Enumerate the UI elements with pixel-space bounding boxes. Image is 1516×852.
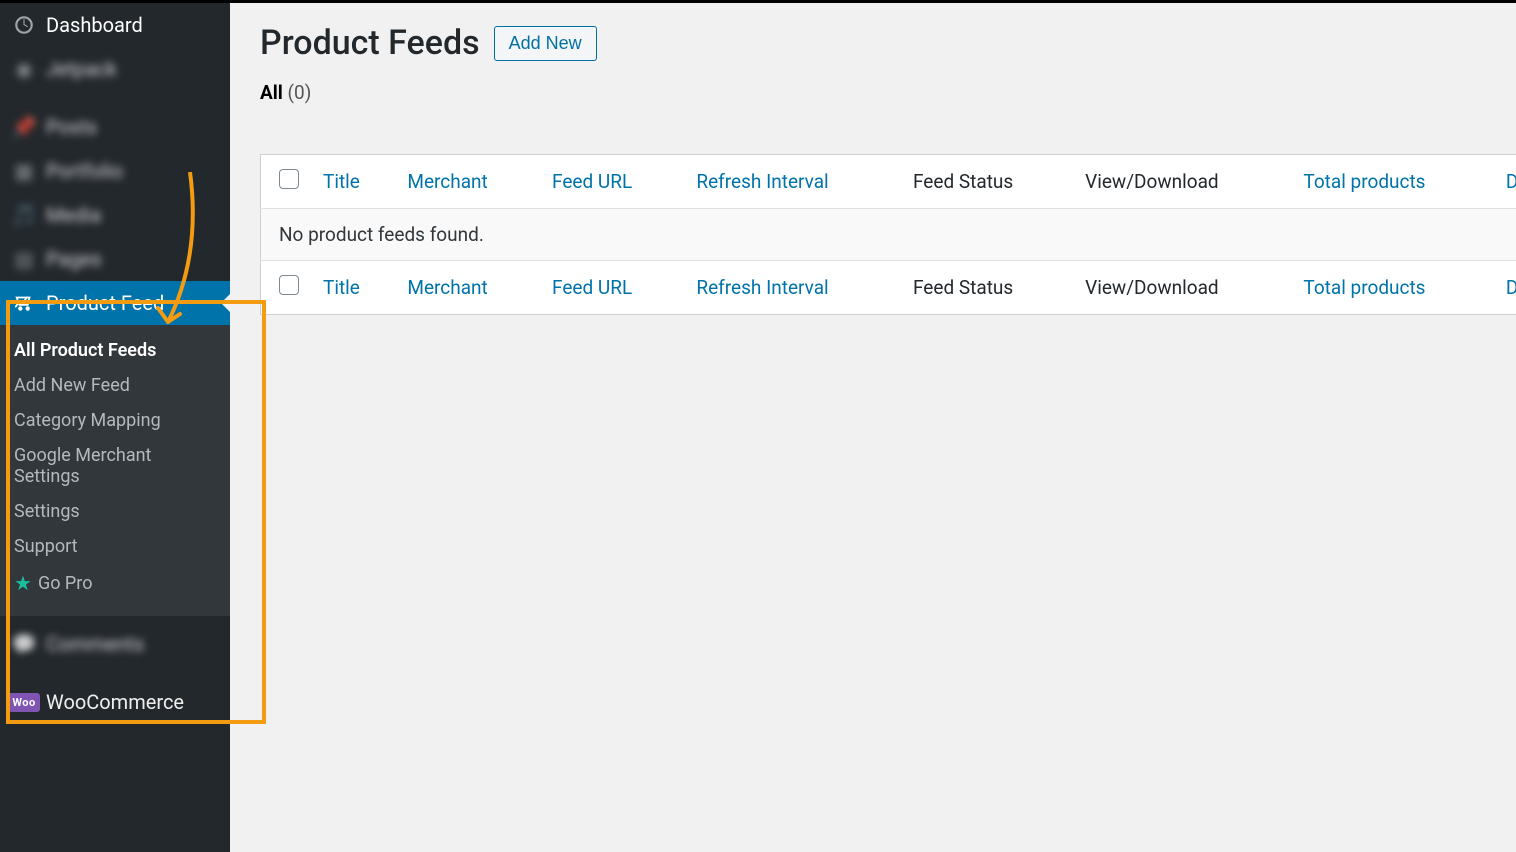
table-footer-row: Title Merchant Feed URL Refresh Interval… [261, 261, 1516, 315]
submenu-google-merchant[interactable]: Google Merchant Settings [0, 438, 230, 494]
sidebar-item-portfolio[interactable]: ▦ Portfolio [0, 149, 230, 193]
sidebar-label-blur: Pages [46, 247, 102, 271]
sidebar-label-blur: Jetpack [46, 57, 117, 81]
empty-state-text: No product feeds found. [261, 209, 1516, 261]
col-title[interactable]: Title [311, 261, 395, 315]
sidebar-item-jetpack[interactable]: ◉ Jetpack [0, 47, 230, 91]
submenu-label-gopro: Go Pro [38, 573, 93, 594]
woocommerce-icon: Woo [12, 690, 36, 714]
submenu-all-feeds[interactable]: All Product Feeds [0, 333, 230, 368]
empty-state-row: No product feeds found. [261, 209, 1516, 261]
page-icon: ▤ [12, 247, 36, 271]
sidebar-label-woocommerce: WooCommerce [46, 690, 184, 714]
col-date[interactable]: Da [1494, 261, 1516, 315]
col-view-download: View/Download [1073, 155, 1291, 209]
col-merchant[interactable]: Merchant [395, 261, 540, 315]
add-new-button[interactable]: Add New [494, 26, 597, 61]
portfolio-icon: ▦ [12, 159, 36, 183]
sidebar-item-pages[interactable]: ▤ Pages [0, 237, 230, 281]
col-refresh-interval[interactable]: Refresh Interval [684, 261, 901, 315]
cart-chart-icon [12, 291, 36, 315]
table-header-row: Title Merchant Feed URL Refresh Interval… [261, 155, 1516, 209]
dashboard-icon [12, 13, 36, 37]
pin-icon: 📌 [12, 115, 36, 139]
comment-icon: 💬 [12, 632, 36, 656]
checkbox-icon [279, 275, 299, 295]
col-feed-url[interactable]: Feed URL [540, 155, 684, 209]
page-title: Product Feeds [260, 23, 480, 63]
media-icon: 🎵 [12, 203, 36, 227]
page-header: Product Feeds Add New [260, 23, 1516, 63]
submenu-add-new-feed[interactable]: Add New Feed [0, 368, 230, 403]
feeds-table: Title Merchant Feed URL Refresh Interval… [260, 154, 1516, 315]
sidebar-item-posts[interactable]: 📌 Posts [0, 105, 230, 149]
sidebar-item-woocommerce[interactable]: Woo WooCommerce [0, 680, 230, 724]
col-feed-status: Feed Status [901, 261, 1073, 315]
sidebar-label-product-feed: Product Feed [46, 291, 164, 315]
jetpack-icon: ◉ [12, 57, 36, 81]
sidebar-label-blur: Media [46, 203, 101, 227]
admin-sidebar: Dashboard ◉ Jetpack 📌 Posts ▦ Portfolio … [0, 3, 230, 852]
col-feed-status: Feed Status [901, 155, 1073, 209]
col-date[interactable]: Da [1494, 155, 1516, 209]
sidebar-label-comments: Comments [46, 632, 144, 656]
submenu-support[interactable]: Support [0, 529, 230, 564]
select-all-footer[interactable] [261, 261, 312, 315]
sidebar-submenu: All Product Feeds Add New Feed Category … [0, 325, 230, 616]
sidebar-item-dashboard[interactable]: Dashboard [0, 3, 230, 47]
filter-label: All [260, 81, 283, 104]
col-total-products[interactable]: Total products [1291, 155, 1493, 209]
star-icon: ★ [14, 571, 32, 595]
col-refresh-interval[interactable]: Refresh Interval [684, 155, 901, 209]
checkbox-icon [279, 169, 299, 189]
filter-count: (0) [288, 81, 312, 104]
sidebar-item-comments[interactable]: 💬 Comments [0, 622, 230, 666]
submenu-category-mapping[interactable]: Category Mapping [0, 403, 230, 438]
col-view-download: View/Download [1073, 261, 1291, 315]
list-filter-all[interactable]: All (0) [260, 81, 1516, 104]
sidebar-item-media[interactable]: 🎵 Media [0, 193, 230, 237]
sidebar-label-dashboard: Dashboard [46, 13, 143, 37]
sidebar-label-blur: Posts [46, 115, 97, 139]
col-total-products[interactable]: Total products [1291, 261, 1493, 315]
col-feed-url[interactable]: Feed URL [540, 261, 684, 315]
col-title[interactable]: Title [311, 155, 395, 209]
submenu-settings[interactable]: Settings [0, 494, 230, 529]
sidebar-label-blur: Portfolio [46, 159, 123, 183]
submenu-go-pro[interactable]: ★ Go Pro [0, 564, 230, 602]
main-content: Product Feeds Add New All (0) Title Merc… [230, 3, 1516, 852]
sidebar-item-product-feed[interactable]: Product Feed [0, 281, 230, 325]
col-merchant[interactable]: Merchant [395, 155, 540, 209]
select-all-header[interactable] [261, 155, 312, 209]
